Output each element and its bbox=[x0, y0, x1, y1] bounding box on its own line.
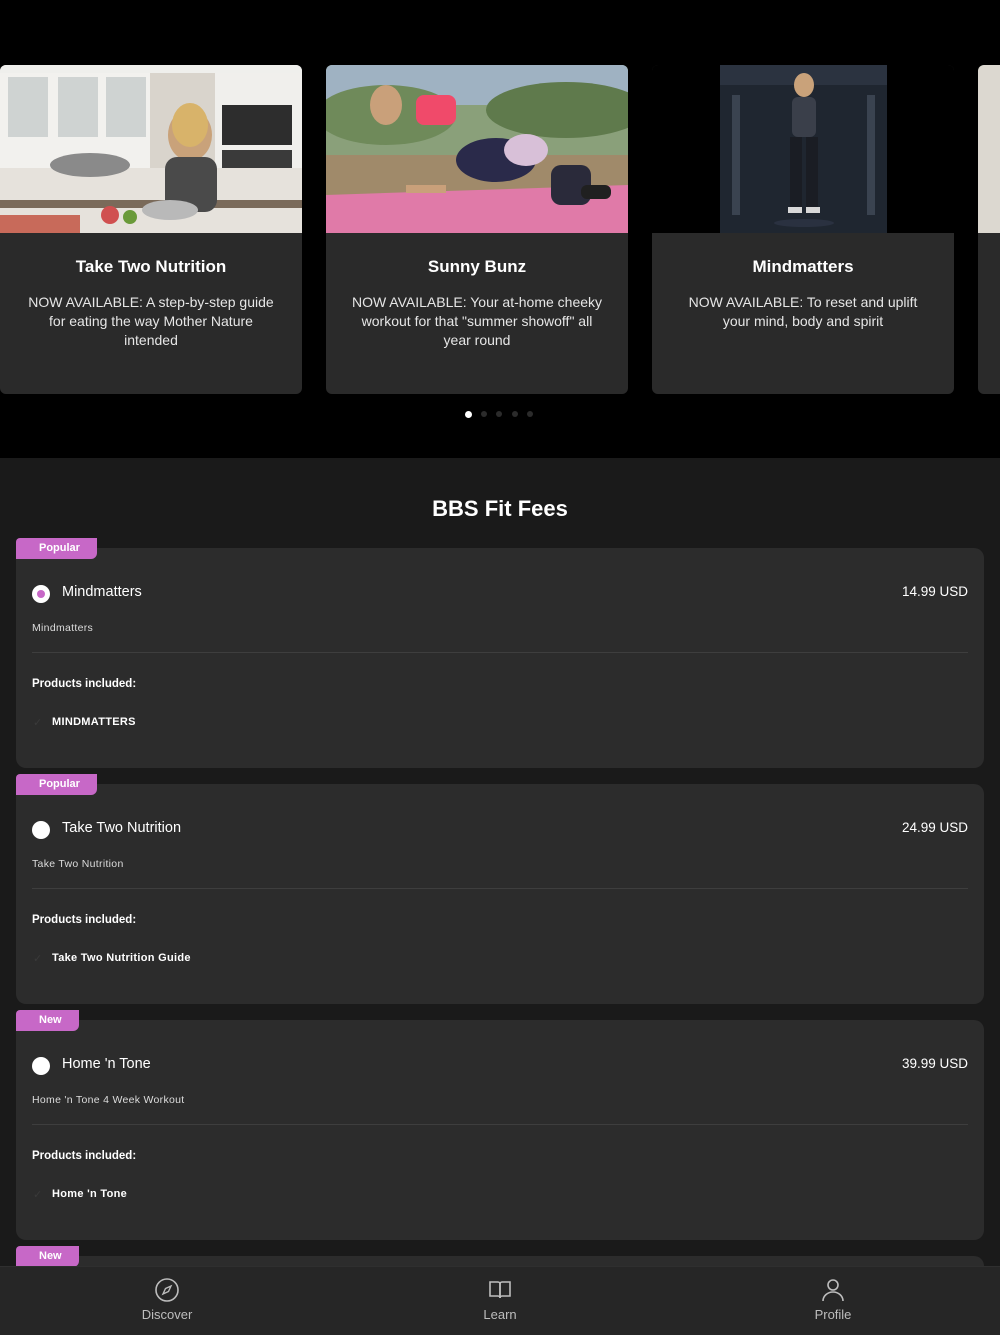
card-image bbox=[978, 65, 1000, 233]
plan-badge-new: New bbox=[16, 1010, 79, 1031]
plan-subtitle: Mindmatters bbox=[32, 622, 94, 634]
plan-badge-new: New bbox=[16, 1246, 79, 1267]
plan-badge-popular: Popular bbox=[16, 538, 97, 559]
plan-radio-selected[interactable] bbox=[32, 585, 50, 603]
carousel-card-mindmatters[interactable]: Mindmatters NOW AVAILABLE: To reset and … bbox=[652, 65, 954, 394]
plan-subtitle: Home 'n Tone 4 Week Workout bbox=[32, 1094, 185, 1106]
check-icon: ✓ bbox=[33, 717, 43, 729]
book-icon bbox=[489, 1281, 511, 1299]
plan-name: Mindmatters bbox=[62, 584, 142, 600]
nav-learn-label: Learn bbox=[483, 1307, 517, 1322]
plan-name: Home 'n Tone bbox=[62, 1056, 151, 1072]
check-icon: ✓ bbox=[33, 953, 43, 965]
card-image-kitchen bbox=[0, 65, 302, 233]
carousel-card-next[interactable] bbox=[978, 65, 1000, 394]
nav-discover[interactable]: Discover bbox=[107, 1277, 227, 1322]
card-title: Mindmatters bbox=[752, 257, 854, 276]
card-image-gym-portrait bbox=[652, 65, 954, 233]
card-description: NOW AVAILABLE: A step-by-step guide for … bbox=[28, 294, 274, 348]
plan-subtitle: Take Two Nutrition bbox=[32, 858, 124, 870]
plan-card-mindmatters[interactable]: Mindmatters 14.99 USD Mindmatters Produc… bbox=[16, 548, 984, 768]
pagination-dot[interactable] bbox=[481, 411, 487, 417]
products-included-label: Products included: bbox=[32, 1150, 137, 1162]
plan-card-take-two-nutrition[interactable]: Take Two Nutrition 24.99 USD Take Two Nu… bbox=[16, 784, 984, 1004]
carousel-card-take-two-nutrition[interactable]: Take Two Nutrition NOW AVAILABLE: A step… bbox=[0, 65, 302, 394]
card-description: NOW AVAILABLE: Your at-home cheeky worko… bbox=[351, 294, 603, 348]
card-description: NOW AVAILABLE: To reset and uplift your … bbox=[688, 294, 918, 329]
pagination-dot[interactable] bbox=[496, 411, 502, 417]
plan-radio[interactable] bbox=[32, 1057, 50, 1075]
included-product: Home 'n Tone bbox=[52, 1188, 128, 1200]
fees-section-title: BBS Fit Fees bbox=[432, 496, 568, 521]
pagination-dot[interactable] bbox=[512, 411, 518, 417]
plan-price: 24.99 USD bbox=[901, 820, 968, 835]
card-title: Take Two Nutrition bbox=[75, 257, 227, 276]
check-icon: ✓ bbox=[33, 1189, 43, 1201]
divider bbox=[32, 652, 968, 653]
bottom-navigation: Discover Learn Profile bbox=[0, 1266, 1000, 1335]
featured-carousel-section: Take Two Nutrition NOW AVAILABLE: A step… bbox=[0, 0, 1000, 458]
nav-profile[interactable]: Profile bbox=[773, 1277, 893, 1322]
pagination-dot[interactable] bbox=[527, 411, 533, 417]
plan-name: Take Two Nutrition bbox=[62, 820, 182, 836]
plan-price: 14.99 USD bbox=[901, 584, 968, 599]
divider bbox=[32, 888, 968, 889]
products-included-label: Products included: bbox=[32, 678, 137, 690]
included-product: MINDMATTERS bbox=[52, 716, 136, 728]
divider bbox=[32, 1124, 968, 1125]
carousel-pagination[interactable] bbox=[0, 411, 1000, 419]
nav-discover-label: Discover bbox=[141, 1307, 193, 1322]
nav-learn[interactable]: Learn bbox=[440, 1277, 560, 1322]
products-included-label: Products included: bbox=[32, 914, 137, 926]
nav-profile-label: Profile bbox=[814, 1307, 852, 1322]
pagination-dot-active[interactable] bbox=[465, 411, 472, 418]
compass-icon bbox=[155, 1278, 179, 1302]
plan-badge-popular: Popular bbox=[16, 774, 97, 795]
plan-price: 39.99 USD bbox=[901, 1056, 968, 1071]
plan-radio[interactable] bbox=[32, 821, 50, 839]
person-icon bbox=[822, 1279, 844, 1302]
included-product: Take Two Nutrition Guide bbox=[52, 952, 191, 964]
plan-card-home-n-tone[interactable]: Home 'n Tone 39.99 USD Home 'n Tone 4 We… bbox=[16, 1020, 984, 1240]
program-carousel[interactable]: Take Two Nutrition NOW AVAILABLE: A step… bbox=[0, 65, 1000, 395]
card-image-outdoor-workout bbox=[326, 65, 628, 233]
carousel-card-sunny-bunz[interactable]: Sunny Bunz NOW AVAILABLE: Your at-home c… bbox=[326, 65, 628, 394]
card-title: Sunny Bunz bbox=[427, 257, 527, 276]
